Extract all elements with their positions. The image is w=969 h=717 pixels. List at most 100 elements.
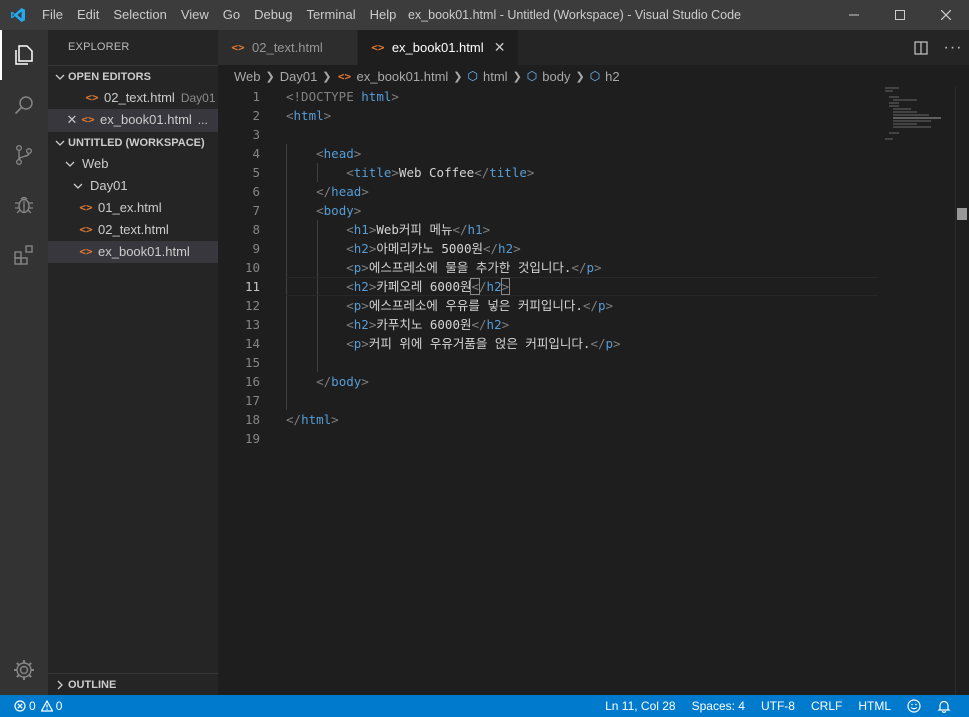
menu-debug[interactable]: Debug (247, 0, 299, 30)
breadcrumb-item[interactable]: html (483, 69, 508, 84)
tab-02-text[interactable]: <> 02_text.html ✕ (218, 30, 358, 65)
line-number: 6 (252, 184, 260, 199)
chevron-down-icon (70, 181, 86, 191)
code-line: <body> (316, 203, 362, 218)
chevron-right-icon: ❯ (453, 70, 463, 83)
html-file-icon: <> (81, 113, 95, 126)
indentation[interactable]: Spaces: 4 (684, 695, 753, 717)
gear-icon (14, 660, 34, 680)
menu-terminal[interactable]: Terminal (299, 0, 362, 30)
more-actions-button[interactable]: ··· (937, 30, 969, 65)
files-icon (15, 45, 33, 65)
h1-text: Web커피 메뉴 (376, 222, 453, 237)
workspace-header[interactable]: UNTITLED (WORKSPACE) (48, 131, 218, 153)
breadcrumb-item[interactable]: Day01 (280, 69, 318, 84)
line-number: 15 (244, 355, 260, 370)
vertical-scrollbar[interactable] (955, 87, 969, 695)
line-number: 17 (244, 393, 260, 408)
line-ending[interactable]: CRLF (803, 695, 850, 717)
problems-indicator[interactable]: 0 0 (0, 699, 62, 713)
language-mode[interactable]: HTML (850, 695, 899, 717)
code-line-current: <h2>카페오레 6000원</h2> (286, 277, 878, 296)
explorer-sidebar: EXPLORER OPEN EDITORS <> 02_text.html Da… (48, 30, 218, 695)
folder-label: Day01 (90, 178, 128, 193)
minimize-button[interactable] (831, 0, 877, 30)
breadcrumb-item[interactable]: body (542, 69, 570, 84)
open-editor-item[interactable]: <> 02_text.html Day01 (48, 87, 218, 109)
code-line: <!DOCTYPE html> (286, 89, 399, 104)
open-editor-item-active[interactable]: ✕ <> ex_book01.html ... (48, 109, 218, 131)
element-icon: ⬡ (467, 69, 478, 83)
source-control-activity-button[interactable] (0, 130, 48, 180)
menu-view[interactable]: View (174, 0, 216, 30)
breadcrumb-item[interactable]: h2 (605, 69, 619, 84)
close-editor-icon[interactable]: ✕ (64, 109, 80, 131)
notifications-button[interactable] (929, 695, 959, 717)
open-editor-name: 02_text.html (104, 90, 175, 105)
code-line: <p>커피 위에 우유거품을 얹은 커피입니다.</p> (346, 336, 621, 351)
tab-close-icon[interactable]: ✕ (331, 39, 347, 56)
folder-day01[interactable]: Day01 (48, 175, 218, 197)
outline-header[interactable]: OUTLINE (48, 673, 218, 695)
line-number: 3 (252, 127, 260, 142)
code-line: <head> (316, 146, 362, 161)
title-text: Web Coffee (398, 165, 475, 180)
file-item-active[interactable]: <> ex_book01.html (48, 241, 218, 263)
open-editors-header[interactable]: OPEN EDITORS (48, 65, 218, 87)
menu-file[interactable]: File (35, 0, 70, 30)
element-icon: ⬡ (589, 69, 601, 83)
activity-bar (0, 30, 48, 695)
html-file-icon: <> (85, 91, 99, 104)
minimap[interactable] (885, 87, 955, 147)
file-item[interactable]: <> 01_ex.html (48, 197, 218, 219)
folder-web[interactable]: Web (48, 153, 218, 175)
manage-activity-button[interactable] (0, 645, 48, 695)
encoding[interactable]: UTF-8 (753, 695, 803, 717)
menu-go[interactable]: Go (216, 0, 247, 30)
code-line: <html> (286, 108, 332, 123)
warning-icon (40, 700, 53, 712)
extensions-icon (14, 245, 33, 265)
maximize-icon (895, 10, 905, 20)
breadcrumb-item[interactable]: ex_book01.html (357, 69, 449, 84)
file-item[interactable]: <> 02_text.html (48, 219, 218, 241)
line-number-gutter: 1 2 3 4 5 6 7 8 9 10 11 12 13 14 15 16 1… (218, 87, 278, 448)
maximize-button[interactable] (877, 0, 923, 30)
chevron-right-icon (52, 680, 68, 690)
code-area[interactable]: <!DOCTYPE html> <html> <head> <title>Web… (286, 87, 878, 448)
menu-selection[interactable]: Selection (106, 0, 173, 30)
warning-count: 0 (55, 699, 63, 713)
split-editor-button[interactable] (905, 30, 937, 65)
breadcrumb-item[interactable]: Web (234, 69, 261, 84)
code-editor[interactable]: 1 2 3 4 5 6 7 8 9 10 11 12 13 14 15 16 1… (218, 87, 969, 695)
line-number: 4 (252, 146, 260, 161)
breadcrumb: Web ❯ Day01 ❯ <> ex_book01.html ❯ ⬡ html… (218, 65, 969, 87)
debug-activity-button[interactable] (0, 180, 48, 230)
code-line: <p>에스프레소에 물을 추가한 것입니다.</p> (346, 260, 602, 275)
title-bar: File Edit Selection View Go Debug Termin… (0, 0, 969, 30)
chevron-right-icon: ❯ (575, 70, 585, 83)
close-window-button[interactable] (923, 0, 969, 30)
search-activity-button[interactable] (0, 80, 48, 130)
explorer-activity-button[interactable] (0, 30, 48, 80)
p-text: 에스프레소에 우유를 넣은 커피입니다. (368, 298, 583, 313)
p-text: 커피 위에 우유거품을 얹은 커피입니다. (368, 336, 591, 351)
line-number: 7 (252, 203, 260, 218)
feedback-button[interactable] (899, 695, 929, 717)
menu-help[interactable]: Help (363, 0, 404, 30)
cursor-position[interactable]: Ln 11, Col 28 (597, 695, 684, 717)
error-icon (14, 700, 26, 712)
line-number: 8 (252, 222, 260, 237)
file-label: 01_ex.html (98, 200, 162, 215)
outline-section: OUTLINE (48, 673, 218, 695)
code-line: <title>Web Coffee</title> (346, 165, 535, 180)
source-control-icon (15, 145, 32, 166)
html-file-icon: <> (79, 245, 93, 258)
menu-edit[interactable]: Edit (70, 0, 106, 30)
extensions-activity-button[interactable] (0, 230, 48, 280)
tab-close-icon[interactable]: ✕ (492, 39, 508, 56)
tab-ex-book01[interactable]: <> ex_book01.html ✕ (357, 30, 519, 65)
